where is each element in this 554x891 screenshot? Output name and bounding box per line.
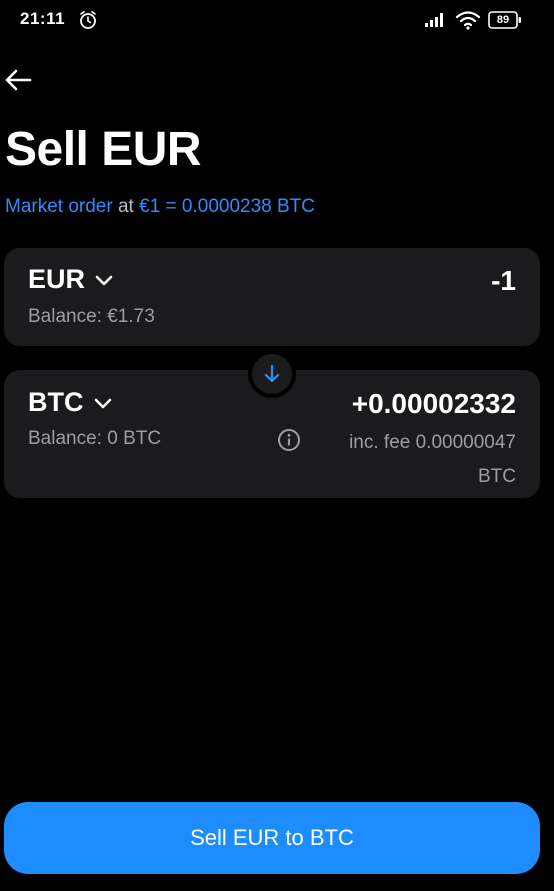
market-at-text: at <box>117 196 134 217</box>
status-bar: 21:11 89 <box>0 0 554 40</box>
market-order-link[interactable]: Market order <box>5 196 113 217</box>
battery-level: 89 <box>496 14 510 26</box>
market-order-line: Market order at €1 = 0.0000238 BTC <box>5 196 315 218</box>
buy-currency-code: BTC <box>28 387 84 417</box>
alarm-icon <box>80 11 96 29</box>
signal-icon <box>425 13 443 27</box>
arrow-down-icon <box>264 364 280 383</box>
sell-confirm-button[interactable]: Sell EUR to BTC <box>4 802 540 874</box>
info-icon[interactable] <box>277 428 301 452</box>
fee-text: inc. fee 0.00000047 BTC <box>349 432 516 487</box>
sell-currency-code: EUR <box>28 264 86 294</box>
exchange-rate: €1 = 0.0000238 BTC <box>139 196 316 217</box>
chevron-down-icon <box>94 398 111 408</box>
buy-amount-input[interactable]: +0.00002332 <box>352 388 516 420</box>
status-time: 21:11 <box>20 9 66 28</box>
page-title: Sell EUR <box>5 123 202 176</box>
buy-balance: Balance: 0 BTC <box>28 428 162 449</box>
sell-balance: Balance: €1.73 <box>28 306 155 327</box>
wifi-icon <box>455 11 481 30</box>
swap-direction-button[interactable] <box>248 350 296 398</box>
sell-currency-selector[interactable]: EUR <box>28 264 113 295</box>
buy-currency-selector[interactable]: BTC <box>28 387 112 418</box>
sell-currency-card[interactable]: EUR Balance: €1.73 -1 <box>4 248 540 346</box>
arrow-left-icon <box>5 69 32 91</box>
chevron-down-icon <box>95 275 113 285</box>
back-button[interactable] <box>2 62 38 98</box>
sell-amount-input[interactable]: -1 <box>491 265 516 297</box>
